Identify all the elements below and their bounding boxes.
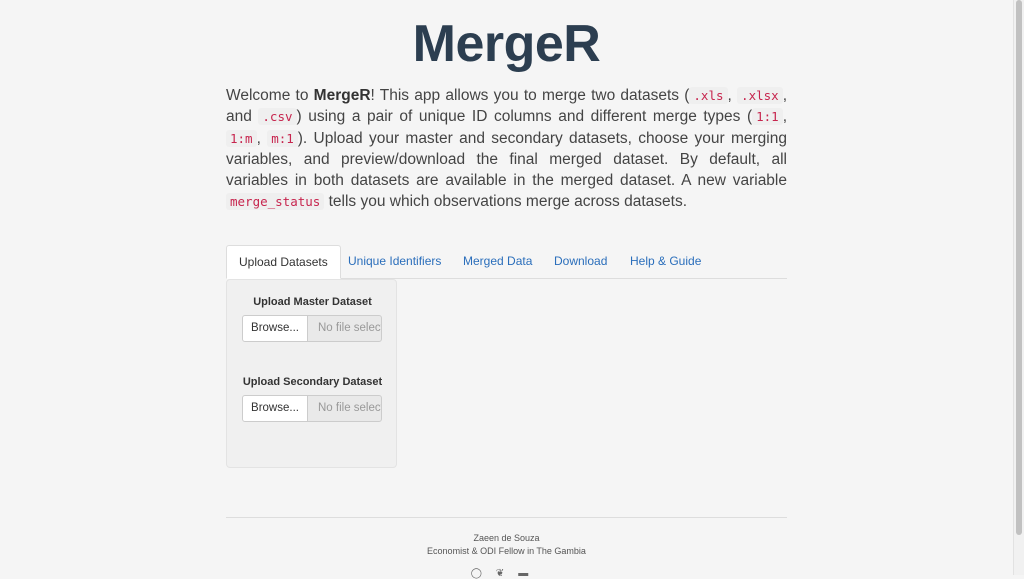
intro-text3: ). Upload your master and secondary data… xyxy=(226,129,787,190)
intro-sep4: , xyxy=(256,129,268,147)
secondary-browse-button[interactable]: Browse... xyxy=(242,395,308,422)
secondary-dataset-label: Upload Secondary Dataset xyxy=(242,376,383,388)
master-file-input: Browse... No file selected xyxy=(242,315,382,342)
code-1-1: 1:1 xyxy=(752,108,783,126)
linkedin-icon[interactable]: ▬ xyxy=(518,568,542,579)
intro-sep3: , xyxy=(782,108,787,126)
intro-app-name: MergeR xyxy=(313,87,371,104)
code-m-1: m:1 xyxy=(267,129,298,147)
upload-panel: Upload Master Dataset Browse... No file … xyxy=(226,279,397,468)
page-title: MergeR xyxy=(412,15,601,73)
master-filename-field[interactable]: No file selected xyxy=(307,315,382,342)
master-browse-button[interactable]: Browse... xyxy=(242,315,308,342)
footer-social-icons: ◯❦▬ xyxy=(226,568,787,579)
intro-sep1: , xyxy=(727,87,738,104)
intro-text2: ) using a pair of unique ID columns and … xyxy=(296,108,753,126)
page-scrollbar[interactable] xyxy=(1013,0,1024,575)
github-icon[interactable]: ◯ xyxy=(471,568,496,579)
code-xlsx: .xlsx xyxy=(737,87,783,104)
code-1-m: 1:m xyxy=(226,129,257,147)
intro-text4: tells you which observations merge acros… xyxy=(324,193,688,211)
master-dataset-label: Upload Master Dataset xyxy=(253,296,372,308)
tab-merged-data[interactable]: Merged Data xyxy=(451,245,544,278)
secondary-file-input: Browse... No file selected xyxy=(242,395,382,422)
footer-divider xyxy=(226,517,787,518)
twitter-icon[interactable]: ❦ xyxy=(496,568,518,579)
intro-text: Welcome to MergeR! This app allows you t… xyxy=(226,85,787,213)
code-csv: .csv xyxy=(258,108,297,126)
tab-unique-identifiers[interactable]: Unique Identifiers xyxy=(336,245,453,278)
footer-role: Economist & ODI Fellow in The Gambia xyxy=(427,546,586,556)
intro-welcome: Welcome to xyxy=(226,87,314,104)
tab-download[interactable]: Download xyxy=(542,245,619,278)
secondary-filename-field[interactable]: No file selected xyxy=(307,395,382,422)
scrollbar-thumb[interactable] xyxy=(1016,0,1022,535)
tab-upload-datasets[interactable]: Upload Datasets xyxy=(226,245,341,279)
code-merge-status: merge_status xyxy=(226,193,325,211)
footer-author: Zaeen de Souza xyxy=(473,533,540,543)
intro-text1: ! This app allows you to merge two datas… xyxy=(370,87,690,104)
tab-help-guide[interactable]: Help & Guide xyxy=(618,245,713,278)
tab-bar: Upload Datasets Unique Identifiers Merge… xyxy=(226,245,787,279)
code-xls: .xls xyxy=(689,87,728,104)
